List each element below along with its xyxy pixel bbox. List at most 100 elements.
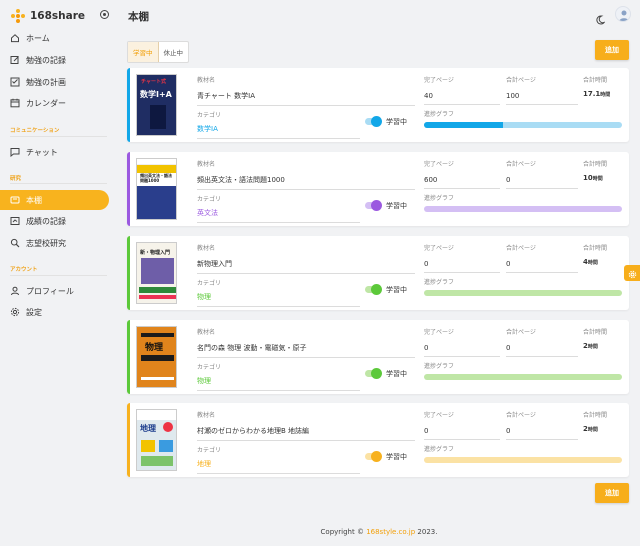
moon-icon[interactable]	[595, 10, 606, 25]
progress-label: 進捗グラフ	[424, 446, 455, 453]
sidebar-item-label: 成績の記録	[26, 216, 66, 226]
card-accent-bar	[127, 320, 130, 394]
done-page-label: 完了ページ	[424, 77, 454, 84]
add-button-top[interactable]: 追加	[595, 40, 629, 60]
progress-label: 進捗グラフ	[424, 279, 455, 286]
total-page-input[interactable]: 0	[506, 344, 578, 357]
done-page-label: 完了ページ	[424, 245, 454, 252]
cover-title: 物理	[145, 343, 164, 353]
sidebar-toggle-icon[interactable]	[100, 10, 109, 19]
page-title: 本棚	[128, 11, 149, 23]
category-label: カテゴリ	[197, 364, 222, 371]
section-communication: コミュニケーション	[10, 128, 60, 134]
done-page-input[interactable]: 0	[424, 427, 500, 440]
footer-link[interactable]: 168style.co.jp	[366, 528, 415, 536]
book-card[interactable]: 頻出英文法・語法問題1000 教材名 頻出英文法・語法問題1000 カテゴリ 英…	[127, 152, 629, 226]
total-page-label: 合計ページ	[506, 245, 536, 252]
total-time-value: 4時間	[583, 258, 598, 266]
cover-brand: チャート式	[141, 79, 166, 85]
status-toggle[interactable]	[365, 200, 382, 211]
done-page-input[interactable]: 0	[424, 344, 500, 357]
category-value: 地理	[197, 459, 360, 474]
material-label: 教材名	[197, 77, 216, 84]
avatar[interactable]	[615, 6, 631, 22]
divider	[10, 136, 107, 137]
chat-icon	[10, 147, 20, 157]
tab-studying[interactable]: 学習中	[128, 42, 159, 62]
add-button-bottom[interactable]: 追加	[595, 483, 629, 503]
status-label: 学習中	[386, 202, 407, 210]
book-card[interactable]: 地理 教材名 村瀬のゼロからわかる地理B 地誌編 カテゴリ 地理 学習中 完了ペ…	[127, 403, 629, 477]
sidebar-item-study-record[interactable]: 勉強の記録	[0, 50, 109, 70]
book-cover[interactable]: 物理	[136, 326, 177, 388]
done-page-label: 完了ページ	[424, 329, 454, 336]
sidebar-item-label: 設定	[26, 307, 42, 317]
sidebar-item-home[interactable]: ホーム	[0, 28, 109, 48]
app-name: 168share	[30, 10, 86, 22]
category-label: カテゴリ	[197, 196, 222, 203]
total-page-label: 合計ページ	[506, 412, 536, 419]
status-toggle[interactable]	[365, 368, 382, 379]
sidebar-item-profile[interactable]: プロフィール	[0, 281, 109, 301]
total-page-label: 合計ページ	[506, 329, 536, 336]
cover-title: 地理	[140, 424, 156, 433]
section-study: 研究	[10, 176, 22, 182]
sidebar-item-chat[interactable]: チャット	[0, 142, 109, 162]
sidebar-item-grades[interactable]: 成績の記録	[0, 211, 109, 231]
cover-graphic	[150, 105, 166, 129]
sidebar-item-bookshelf[interactable]: 本棚	[0, 190, 109, 210]
book-card[interactable]: 物理 教材名 名門の森 物理 波動・電磁気・原子 カテゴリ 物理 学習中 完了ペ…	[127, 320, 629, 394]
sidebar-item-settings[interactable]: 設定	[0, 302, 109, 322]
status-toggle[interactable]	[365, 284, 382, 295]
book-icon	[10, 195, 20, 205]
sidebar: 168share ホーム 勉強の記録 勉強の計画 カレンダー コミュニケーション…	[0, 0, 118, 546]
total-time-label: 合計時間	[583, 412, 608, 419]
card-accent-bar	[127, 68, 130, 142]
progress-bar	[424, 122, 622, 128]
category-label: カテゴリ	[197, 447, 222, 454]
status-label: 学習中	[386, 370, 407, 378]
sidebar-item-calendar[interactable]: カレンダー	[0, 93, 109, 113]
category-label: カテゴリ	[197, 112, 222, 119]
card-accent-bar	[127, 152, 130, 226]
status-label: 学習中	[386, 118, 407, 126]
divider	[10, 275, 107, 276]
grade-icon	[10, 216, 20, 226]
status-label: 学習中	[386, 286, 407, 294]
section-account: アカウント	[10, 267, 38, 273]
total-page-input[interactable]: 100	[506, 92, 578, 105]
done-page-label: 完了ページ	[424, 412, 454, 419]
done-page-input[interactable]: 0	[424, 260, 500, 273]
total-time-value: 2時間	[583, 425, 598, 433]
cover-title: 頻出英文法・語法問題1000	[140, 173, 172, 183]
total-page-input[interactable]: 0	[506, 427, 578, 440]
done-page-input[interactable]: 40	[424, 92, 500, 105]
total-page-label: 合計ページ	[506, 77, 536, 84]
status-label: 学習中	[386, 453, 407, 461]
status-toggle[interactable]	[365, 116, 382, 127]
book-card[interactable]: チャート式 数学I+A 教材名 青チャート 数学IA カテゴリ 数学IA 学習中…	[127, 68, 629, 142]
book-cover[interactable]: 新・物理入門	[136, 242, 177, 304]
cover-title: 数学I+A	[140, 90, 172, 99]
sidebar-item-school-research[interactable]: 志望校研究	[0, 233, 109, 253]
sidebar-item-label: チャット	[26, 147, 58, 157]
progress-bar	[424, 374, 622, 380]
sidebar-item-label: ホーム	[26, 33, 50, 43]
tab-paused[interactable]: 休止中	[159, 42, 189, 62]
home-icon	[10, 33, 20, 43]
book-cover[interactable]: 地理	[136, 409, 177, 471]
book-cover[interactable]: チャート式 数学I+A	[136, 74, 177, 136]
total-page-input[interactable]: 0	[506, 176, 578, 189]
book-cover[interactable]: 頻出英文法・語法問題1000	[136, 158, 177, 220]
sidebar-item-study-plan[interactable]: 勉強の計画	[0, 72, 109, 92]
material-title: 村瀬のゼロからわかる地理B 地誌編	[197, 426, 415, 441]
sidebar-item-label: 勉強の記録	[26, 55, 66, 65]
settings-fab[interactable]	[624, 265, 640, 281]
category-label: カテゴリ	[197, 280, 222, 287]
status-toggle[interactable]	[365, 451, 382, 462]
done-page-input[interactable]: 600	[424, 176, 500, 189]
total-page-input[interactable]: 0	[506, 260, 578, 273]
done-page-label: 完了ページ	[424, 161, 454, 168]
sidebar-item-label: カレンダー	[26, 98, 66, 108]
book-card[interactable]: 新・物理入門 教材名 新物理入門 カテゴリ 物理 学習中 完了ページ 0 合計ペ…	[127, 236, 629, 310]
